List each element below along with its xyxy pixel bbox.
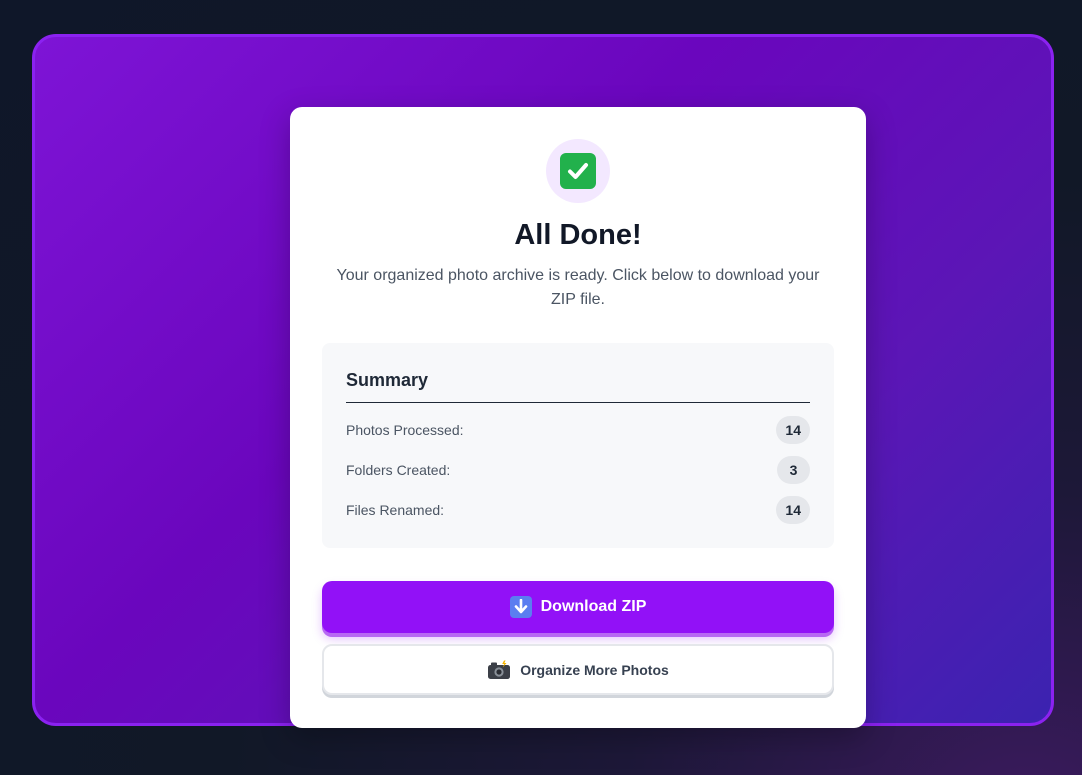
- down-arrow-icon: [509, 596, 532, 618]
- summary-row-folders-created: Folders Created: 3: [346, 455, 810, 485]
- count-badge: 14: [776, 496, 810, 524]
- summary-divider: [346, 402, 810, 403]
- summary-panel: Summary Photos Processed: 14 Folders Cre…: [322, 343, 834, 548]
- summary-heading: Summary: [346, 370, 429, 390]
- organize-button-label: Organize More Photos: [520, 661, 669, 678]
- summary-row-label: Files Renamed:: [346, 502, 445, 518]
- count-badge: 14: [776, 416, 810, 444]
- check-mark-icon: [560, 153, 596, 189]
- success-icon-circle: [546, 139, 610, 203]
- app-frame: All Done! Your organized photo archive i…: [32, 34, 1054, 728]
- summary-row-label: Photos Processed:: [346, 422, 464, 438]
- download-button-label: Download ZIP: [540, 598, 647, 615]
- summary-row-files-renamed: Files Renamed: 14: [346, 495, 810, 525]
- success-message: Your organized photo archive is ready. C…: [336, 267, 820, 308]
- completion-card: All Done! Your organized photo archive i…: [290, 107, 866, 728]
- download-zip-button[interactable]: Download ZIP: [322, 581, 834, 633]
- camera-flash-icon: [487, 660, 511, 680]
- page-title: All Done!: [514, 219, 642, 251]
- summary-row-photos-processed: Photos Processed: 14: [346, 415, 810, 445]
- count-badge: 3: [777, 456, 810, 484]
- summary-row-label: Folders Created:: [346, 462, 451, 478]
- organize-more-photos-button[interactable]: Organize More Photos: [322, 644, 834, 695]
